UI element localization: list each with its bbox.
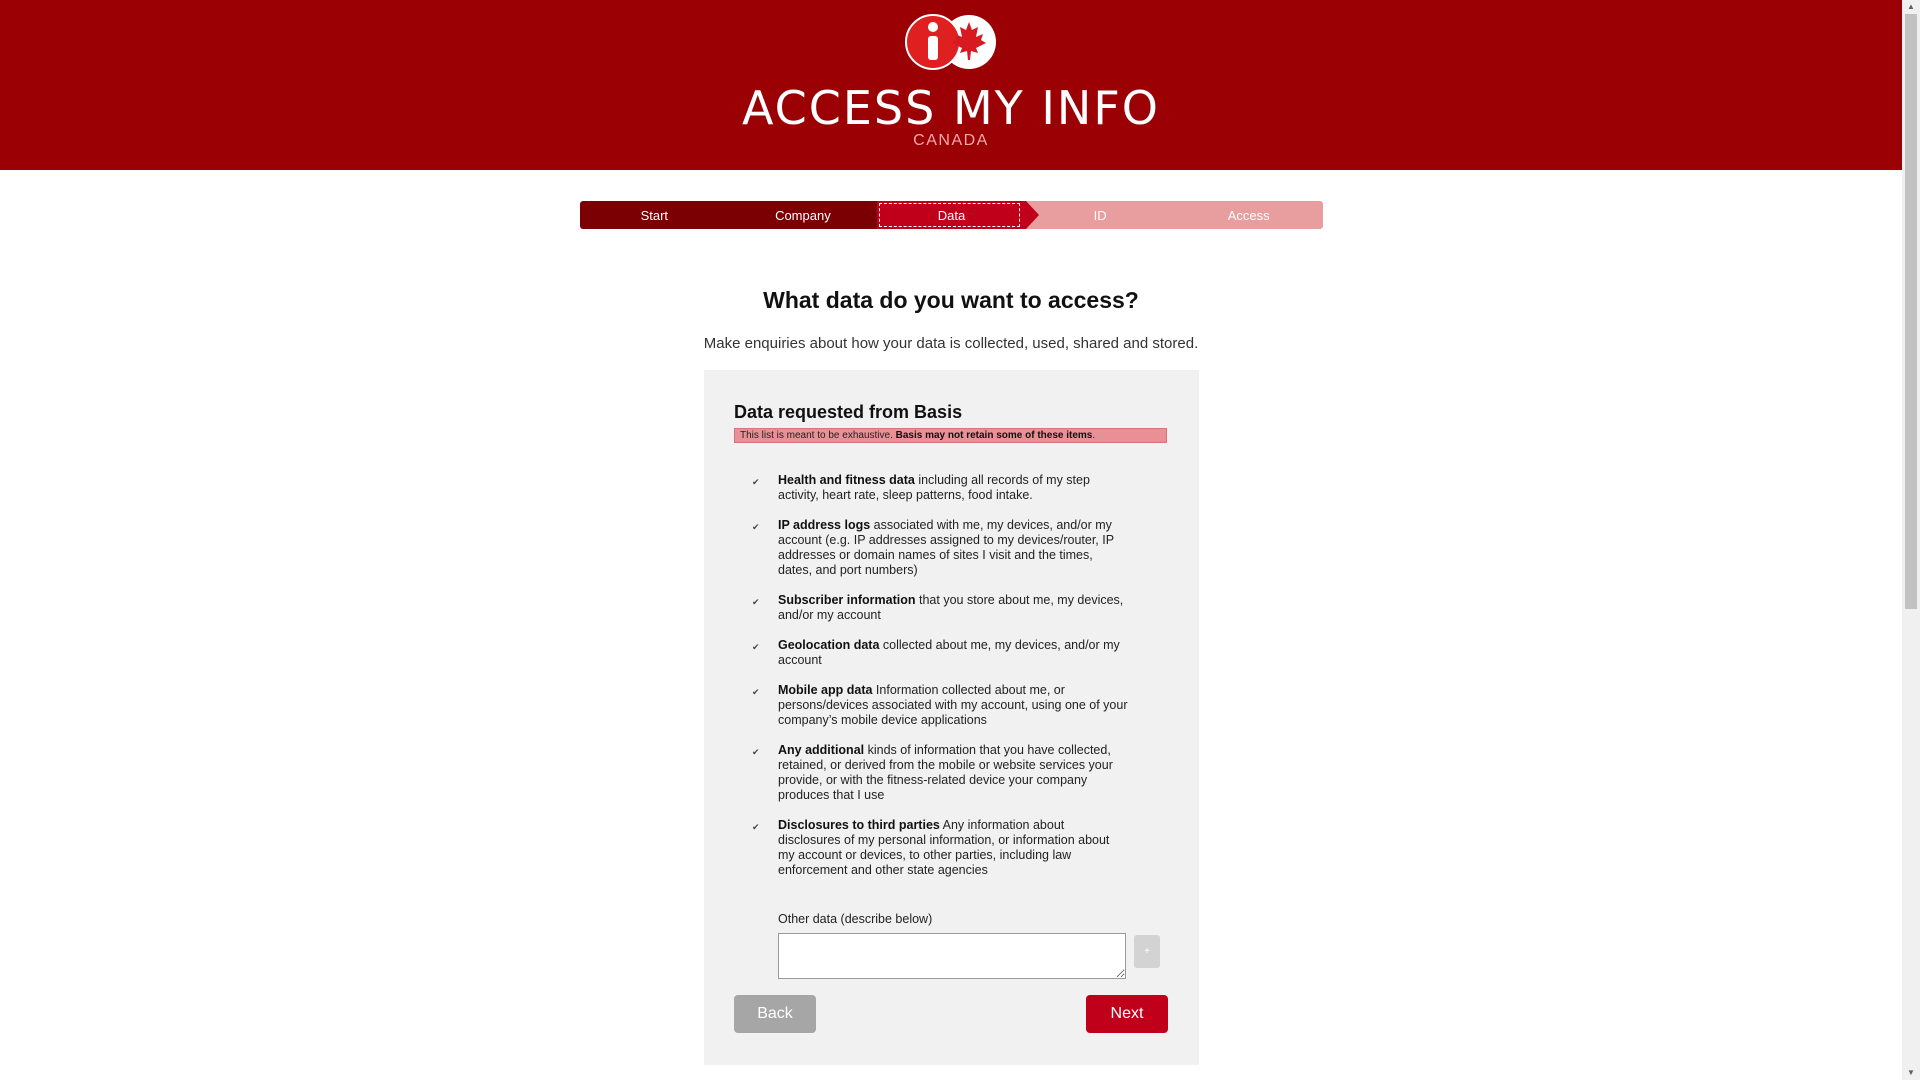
step-label: Access bbox=[1227, 207, 1270, 223]
other-data-textarea[interactable] bbox=[778, 933, 1126, 979]
item-title: Any additional bbox=[778, 743, 865, 757]
back-button[interactable]: Back bbox=[734, 995, 816, 1033]
item-title: Geolocation data bbox=[778, 638, 880, 652]
check-icon[interactable]: ✔ bbox=[752, 688, 760, 697]
scroll-up-arrow-icon[interactable]: ▲ bbox=[1902, 0, 1920, 14]
item-text: Geolocation data collected about me, my … bbox=[778, 638, 1128, 668]
exhaustive-notice: This list is meant to be exhaustive. Bas… bbox=[734, 428, 1167, 443]
notice-text: This list is meant to be exhaustive. bbox=[740, 430, 896, 441]
item-text: Health and fitness data including all re… bbox=[778, 473, 1128, 503]
add-other-data-button[interactable]: + bbox=[1134, 935, 1160, 968]
other-data-label: Other data (describe below) bbox=[778, 912, 933, 926]
step-company[interactable]: Company bbox=[728, 201, 878, 229]
site-title: ACCESS MY INFO bbox=[741, 81, 1161, 135]
next-button[interactable]: Next bbox=[1086, 995, 1168, 1033]
notice-end: . bbox=[1092, 430, 1096, 441]
progress-steps: Start Company Data ID Access bbox=[580, 201, 1323, 229]
check-icon[interactable]: ✔ bbox=[752, 478, 760, 487]
item-text: Disclosures to third parties Any informa… bbox=[778, 818, 1128, 878]
item-title: Subscriber information bbox=[778, 593, 916, 607]
notice-bold-text: Basis may not retain some of these items bbox=[895, 430, 1093, 441]
check-icon[interactable]: ✔ bbox=[752, 598, 760, 607]
list-item: ✔ Geolocation data collected about me, m… bbox=[734, 638, 1134, 668]
item-title: Disclosures to third parties bbox=[778, 818, 940, 832]
scroll-down-arrow-icon[interactable]: ▼ bbox=[1902, 1066, 1920, 1080]
site-subtitle: CANADA bbox=[913, 132, 989, 149]
item-text: Any additional kinds of information that… bbox=[778, 743, 1128, 803]
list-item: ✔ Mobile app data Information collected … bbox=[734, 683, 1134, 728]
step-label: Company bbox=[775, 207, 831, 223]
vertical-scrollbar[interactable]: ▲ ▼ bbox=[1902, 0, 1920, 1080]
list-item: ✔ Subscriber information that you store … bbox=[734, 593, 1134, 623]
scroll-thumb[interactable] bbox=[1905, 14, 1917, 609]
item-text: IP address logs associated with me, my d… bbox=[778, 518, 1128, 578]
step-access: Access bbox=[1174, 201, 1323, 229]
check-icon[interactable]: ✔ bbox=[752, 748, 760, 757]
list-item: ✔ Any additional kinds of information th… bbox=[734, 743, 1134, 803]
item-text: Subscriber information that you store ab… bbox=[778, 593, 1128, 623]
item-title: Mobile app data bbox=[778, 683, 873, 697]
site-header: ACCESS MY INFO CANADA bbox=[0, 0, 1902, 170]
check-icon[interactable]: ✔ bbox=[752, 823, 760, 832]
focus-outline bbox=[879, 203, 1020, 227]
check-icon[interactable]: ✔ bbox=[752, 643, 760, 652]
step-label: ID bbox=[1093, 207, 1107, 223]
page-title: What data do you want to access? bbox=[763, 287, 1139, 313]
site-logo[interactable]: ACCESS MY INFO CANADA bbox=[0, 12, 1902, 149]
list-item: ✔ Health and fitness data including all … bbox=[734, 473, 1134, 503]
list-item: ✔ IP address logs associated with me, my… bbox=[734, 518, 1134, 578]
step-label: Start bbox=[640, 207, 669, 223]
item-title: Health and fitness data bbox=[778, 473, 915, 487]
page-subtitle: Make enquiries about how your data is co… bbox=[703, 335, 1199, 352]
item-title: IP address logs bbox=[778, 518, 871, 532]
panel-title: Data requested from Basis bbox=[734, 402, 963, 422]
data-request-panel: Data requested from Basis This list is m… bbox=[704, 370, 1199, 1065]
info-maple-leaf-logo-icon bbox=[905, 14, 996, 70]
step-id: ID bbox=[1025, 201, 1175, 229]
check-icon[interactable]: ✔ bbox=[752, 523, 760, 532]
browser-viewport: ACCESS MY INFO CANADA Start Company Data… bbox=[0, 0, 1902, 1080]
item-text: Mobile app data Information collected ab… bbox=[778, 683, 1128, 728]
list-item: ✔ Disclosures to third parties Any infor… bbox=[734, 818, 1134, 878]
data-items-list: ✔ Health and fitness data including all … bbox=[734, 473, 1134, 893]
step-data[interactable]: Data bbox=[877, 201, 1039, 229]
step-start[interactable]: Start bbox=[580, 201, 729, 229]
